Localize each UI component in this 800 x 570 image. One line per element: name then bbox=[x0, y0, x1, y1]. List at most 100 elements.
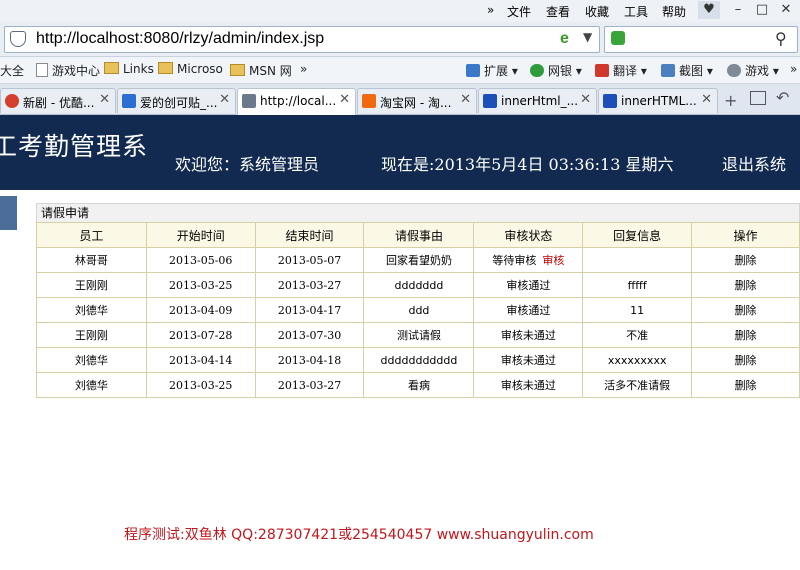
tab-close-icon[interactable]: ✕ bbox=[219, 92, 230, 107]
reply-cell: xxxxxxxxx bbox=[582, 347, 693, 373]
menu-file[interactable]: 文件 bbox=[507, 3, 531, 20]
review-link[interactable]: 审核 bbox=[542, 254, 564, 267]
delete-link[interactable]: 删除 bbox=[691, 272, 800, 298]
table-row: 刘德华 2013-04-09 2013-04-17 ddd 审核通过 11 删除 bbox=[36, 297, 800, 323]
tool-extensions[interactable]: 扩展 ▾ bbox=[466, 62, 518, 79]
tab-bar: 新剧 - 优酷... ✕ 爱的创可贴_... ✕ http://local...… bbox=[0, 84, 800, 115]
favorites-overflow[interactable]: » bbox=[300, 62, 307, 76]
reason-cell: ddddddddddd bbox=[363, 347, 475, 373]
reason-cell: ddd bbox=[363, 297, 475, 323]
table-header-row: 员工 开始时间 结束时间 请假事由 审核状态 回复信息 操作 bbox=[36, 222, 800, 248]
reply-cell: 11 bbox=[582, 297, 693, 323]
table-row: 刘德华 2013-03-25 2013-03-27 看病 审核未通过 活多不准请… bbox=[36, 372, 800, 398]
translate-icon bbox=[595, 64, 609, 77]
tab-close-icon[interactable]: ✕ bbox=[460, 92, 471, 107]
tool-games[interactable]: 游戏 ▾ bbox=[727, 62, 779, 79]
delete-link[interactable]: 删除 bbox=[691, 297, 800, 323]
tab-close-icon[interactable]: ✕ bbox=[99, 92, 110, 107]
footer-credit: 程序测试:双鱼林 QQ:287307421或254540457 www.shua… bbox=[124, 527, 594, 543]
tools-overflow[interactable]: » bbox=[790, 62, 797, 76]
column-header: 员工 bbox=[36, 222, 147, 248]
reason-cell: 测试请假 bbox=[363, 322, 475, 348]
status-cell: 审核通过 bbox=[473, 297, 584, 323]
minimize-icon[interactable]: – bbox=[727, 1, 749, 19]
tab-close-icon[interactable]: ✕ bbox=[701, 92, 712, 107]
column-header: 结束时间 bbox=[254, 222, 365, 248]
favorite-game-center[interactable]: 游戏中心 bbox=[36, 62, 100, 79]
tab-innerhtml-1[interactable]: innerHtml_... ✕ bbox=[478, 88, 597, 113]
skin-icon[interactable]: ♥ bbox=[698, 1, 720, 19]
employee-cell: 林哥哥 bbox=[36, 247, 147, 273]
address-bar-row: http://localhost:8080/rlzy/admin/index.j… bbox=[0, 22, 800, 57]
delete-link[interactable]: 删除 bbox=[691, 372, 800, 398]
current-time: 现在是:2013年5月4日 03:36:13 星期六 bbox=[381, 155, 674, 174]
address-field[interactable]: http://localhost:8080/rlzy/admin/index.j… bbox=[4, 26, 600, 53]
search-icon[interactable]: ⚲ bbox=[775, 29, 787, 48]
start-date-cell: 2013-04-09 bbox=[145, 297, 256, 323]
favorite-microsoft[interactable]: Microso bbox=[158, 62, 223, 76]
delete-link[interactable]: 删除 bbox=[691, 347, 800, 373]
tab-youku[interactable]: 新剧 - 优酷... ✕ bbox=[0, 88, 116, 113]
status-cell: 审核未通过 bbox=[473, 347, 584, 373]
tool-ebank[interactable]: 网银 ▾ bbox=[530, 62, 582, 79]
baidu-paw-icon bbox=[483, 94, 497, 108]
leave-request-panel: 请假申请 员工 开始时间 结束时间 请假事由 审核状态 回复信息 操作 林哥哥 … bbox=[36, 203, 800, 398]
end-date-cell: 2013-07-30 bbox=[254, 322, 365, 348]
end-date-cell: 2013-04-17 bbox=[254, 297, 365, 323]
taobao-icon bbox=[362, 94, 376, 108]
end-date-cell: 2013-04-18 bbox=[254, 347, 365, 373]
menu-view[interactable]: 查看 bbox=[546, 3, 570, 20]
end-date-cell: 2013-05-07 bbox=[254, 247, 365, 273]
folder-icon bbox=[230, 64, 245, 76]
status-cell: 等待审核 审核 bbox=[473, 247, 584, 273]
panel-title: 请假申请 bbox=[36, 203, 800, 222]
tool-translate[interactable]: 翻译 ▾ bbox=[595, 62, 647, 79]
table-row: 王刚刚 2013-07-28 2013-07-30 测试请假 审核未通过 不准 … bbox=[36, 322, 800, 348]
address-url[interactable]: http://localhost:8080/rlzy/admin/index.j… bbox=[36, 30, 324, 48]
undo-close-tab-icon[interactable]: ↶ bbox=[776, 88, 789, 107]
tab-taobao[interactable]: 淘宝网 - 淘... ✕ bbox=[357, 88, 477, 113]
reply-cell bbox=[582, 247, 693, 273]
welcome-text: 欢迎您：系统管理员 bbox=[175, 155, 320, 174]
new-tab-icon[interactable]: + bbox=[724, 91, 737, 110]
start-date-cell: 2013-05-06 bbox=[145, 247, 256, 273]
tab-list-icon[interactable] bbox=[750, 91, 766, 105]
menu-favorites[interactable]: 收藏 bbox=[585, 3, 609, 20]
tab-close-icon[interactable]: ✕ bbox=[339, 92, 350, 107]
reason-cell: 回家看望奶奶 bbox=[363, 247, 475, 273]
tab-localhost[interactable]: http://local... ✕ bbox=[237, 88, 356, 115]
employee-cell: 王刚刚 bbox=[36, 322, 147, 348]
table-row: 刘德华 2013-04-14 2013-04-18 ddddddddddd 审核… bbox=[36, 347, 800, 373]
tab-close-icon[interactable]: ✕ bbox=[580, 92, 591, 107]
compat-mode-icon[interactable]: e bbox=[560, 30, 569, 48]
ebank-icon bbox=[530, 64, 544, 77]
start-date-cell: 2013-07-28 bbox=[145, 322, 256, 348]
logout-link[interactable]: 退出系统 bbox=[722, 151, 786, 175]
employee-cell: 刘德华 bbox=[36, 372, 147, 398]
search-input[interactable]: ⚲ bbox=[604, 26, 798, 53]
favorite-daquan[interactable]: 大全 bbox=[0, 62, 24, 79]
tool-screenshot[interactable]: 截图 ▾ bbox=[661, 62, 713, 79]
tab-chuangketie[interactable]: 爱的创可贴_... ✕ bbox=[117, 88, 236, 113]
favorite-links[interactable]: Links bbox=[104, 62, 154, 76]
favorite-msn[interactable]: MSN 网 bbox=[230, 62, 292, 79]
employee-cell: 王刚刚 bbox=[36, 272, 147, 298]
youku-icon bbox=[5, 94, 19, 108]
leave-request-table: 员工 开始时间 结束时间 请假事由 审核状态 回复信息 操作 林哥哥 2013-… bbox=[36, 222, 800, 398]
sidebar-toggle[interactable] bbox=[0, 196, 17, 230]
reason-cell: ddddddd bbox=[363, 272, 475, 298]
reason-cell: 看病 bbox=[363, 372, 475, 398]
folder-icon bbox=[104, 62, 119, 74]
menu-help[interactable]: 帮助 bbox=[662, 3, 686, 20]
page-favicon-icon bbox=[242, 94, 256, 108]
restore-icon[interactable]: □ bbox=[751, 1, 773, 19]
page-icon bbox=[36, 63, 48, 77]
tab-innerhtml-2[interactable]: innerHTML... ✕ bbox=[598, 88, 718, 113]
close-window-icon[interactable]: ✕ bbox=[775, 1, 797, 19]
delete-link[interactable]: 删除 bbox=[691, 247, 800, 273]
menu-overflow-chevron[interactable]: » bbox=[487, 3, 494, 17]
delete-link[interactable]: 删除 bbox=[691, 322, 800, 348]
address-dropdown-icon[interactable]: ▼ bbox=[583, 30, 592, 44]
search-engine-icon[interactable] bbox=[611, 31, 625, 45]
menu-tools[interactable]: 工具 bbox=[624, 3, 648, 20]
